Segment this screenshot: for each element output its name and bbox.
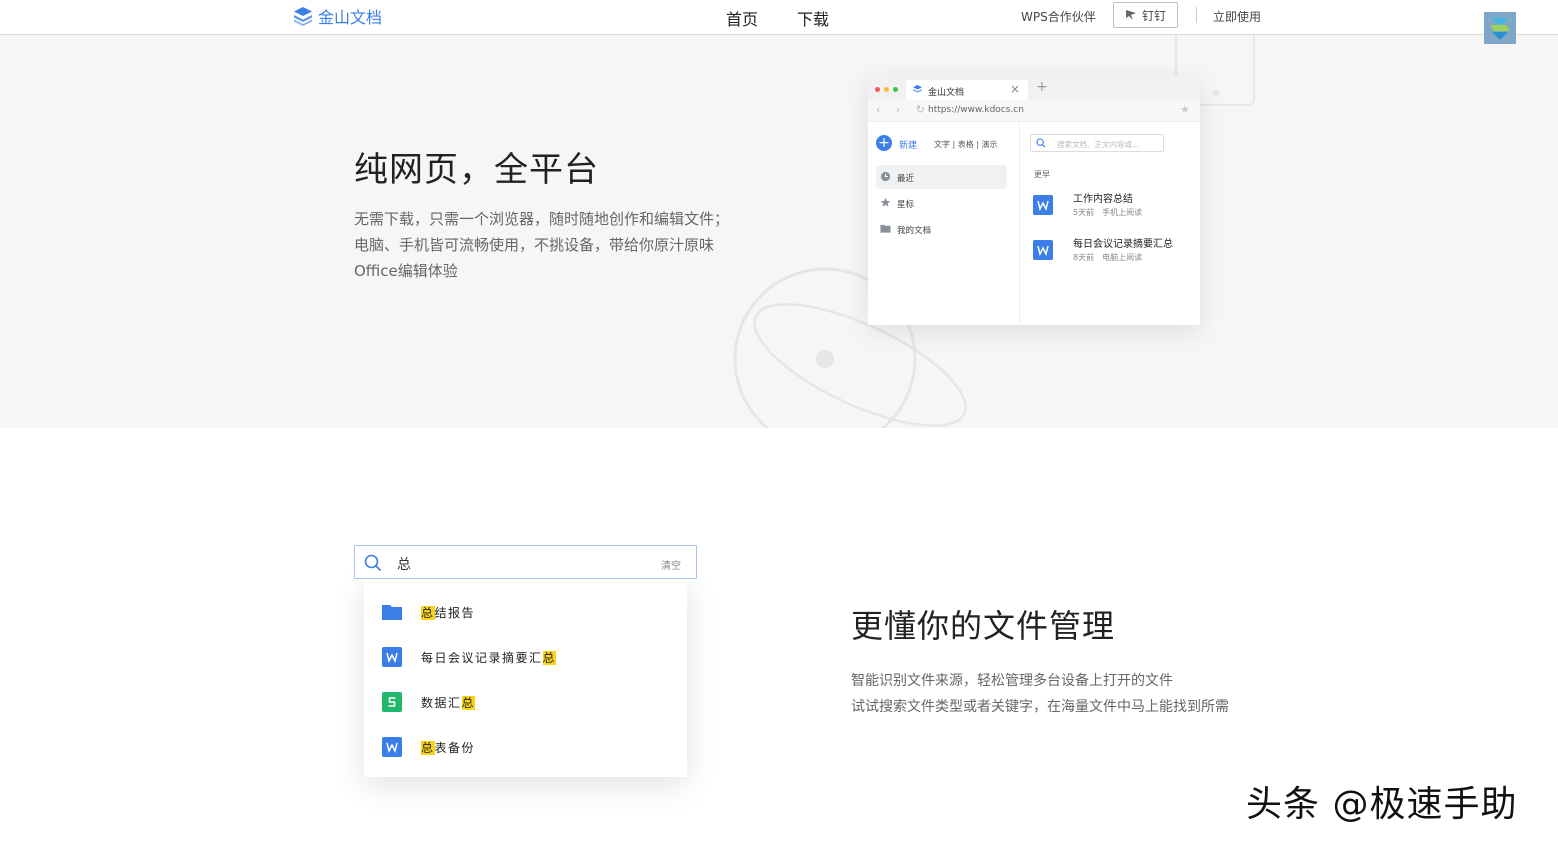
browser-doc-list: 搜索文档、正文内容或… 更早 工作内容总结 5天前 手机上阅读 每日会议记录摘要…: [1021, 122, 1200, 325]
word-doc-icon: [382, 647, 402, 667]
word-doc-icon: [382, 737, 402, 757]
minimize-dot-icon: [884, 87, 889, 92]
word-doc-icon: [1033, 195, 1053, 215]
clear-button: 清空: [661, 561, 681, 572]
bookmark-star-icon: ★: [1180, 103, 1190, 116]
sheet-doc-icon: [382, 692, 402, 712]
browser-url: https://www.kdocs.cn: [928, 105, 1024, 115]
search-query: 总: [397, 557, 411, 573]
browser-search-box: 搜索文档、正文内容或…: [1030, 134, 1164, 152]
search-icon: [1036, 138, 1046, 148]
wps-partner-link[interactable]: WPS合作伙伴: [1021, 8, 1096, 25]
highlight-match: 总: [542, 651, 557, 665]
browser-tab: 金山文档 ×: [906, 80, 1028, 100]
desc-line: 智能识别文件来源，轻松管理多台设备上打开的文件: [851, 673, 1173, 689]
sidebar-item-starred: 星标: [876, 191, 1007, 215]
desc-line: Office编辑体验: [354, 262, 458, 280]
highlight-match: 总: [461, 696, 476, 710]
word-doc-icon: [1033, 240, 1053, 260]
highlight-match: 总: [421, 606, 435, 620]
tab-close-icon: ×: [1010, 82, 1021, 96]
doc-group-label: 更早: [1034, 170, 1050, 179]
browser-sidebar: + 新建 文字 | 表格 | 演示 最近 星标 我的文档: [868, 122, 1020, 325]
section-desc-web: 无需下载，只需一个浏览器，随时随地创作和编辑文件； 电脑、手机皆可流畅使用，不挑…: [354, 206, 744, 284]
sidebar-label: 星标: [897, 200, 915, 210]
section-desc-file-management: 智能识别文件来源，轻松管理多台设备上打开的文件 试试搜索文件类型或者关键字，在海…: [851, 668, 1291, 720]
sidebar-item-my-docs: 我的文档: [876, 217, 1007, 241]
result-label: 数据汇总: [421, 696, 476, 710]
browser-mockup: 金山文档 × + ‹ › ↻ https://www.kdocs.cn ★ + …: [868, 76, 1200, 325]
browser-url-bar: ‹ › ↻ https://www.kdocs.cn ★: [868, 100, 1200, 122]
desc-line: 无需下载，只需一个浏览器，随时随地创作和编辑文件；: [354, 210, 730, 228]
doc-list-item: 每日会议记录摘要汇总 8天前 电脑上阅读: [1033, 235, 1193, 267]
section-title-web: 纯网页，全平台: [354, 150, 599, 190]
sidebar-item-recent: 最近: [876, 165, 1007, 189]
search-box-demo: 总 清空: [354, 545, 697, 579]
desc-line: 电脑、手机皆可流畅使用，不挑设备，带给你原汁原味: [354, 236, 715, 254]
browser-search-placeholder: 搜索文档、正文内容或…: [1057, 140, 1140, 149]
search-icon: [364, 554, 382, 572]
section-title-file-management: 更懂你的文件管理: [851, 607, 1116, 645]
doc-meta: 5天前 手机上阅读: [1073, 208, 1143, 217]
browser-nav-icons: ‹ › ↻: [876, 103, 932, 116]
sidebar-label: 我的文档: [897, 226, 932, 236]
search-results-panel: 总结报告 每日会议记录摘要汇总 数据汇总 总表备份: [364, 579, 687, 777]
search-result-item: 每日会议记录摘要汇总: [382, 645, 672, 669]
nav-download[interactable]: 下载: [797, 6, 829, 30]
planet-decoration-icon: [733, 35, 1255, 428]
folder-icon: [382, 605, 402, 620]
dingding-button[interactable]: 钉钉: [1113, 2, 1178, 28]
doc-title: 每日会议记录摘要汇总: [1073, 239, 1173, 250]
folder-icon: [880, 224, 891, 233]
header-divider: [1196, 7, 1197, 23]
doc-meta: 8天前 电脑上阅读: [1073, 253, 1143, 262]
highlight-match: 总: [421, 741, 435, 755]
search-result-item: 总结报告: [382, 600, 672, 624]
top-navbar: 金山文档 首页 下载 WPS合作伙伴 钉钉 立即使用: [0, 0, 1558, 35]
result-label: 总结报告: [421, 606, 476, 620]
browser-tabbar: 金山文档 × +: [868, 76, 1200, 100]
feature-section-web: 纯网页，全平台 无需下载，只需一个浏览器，随时随地创作和编辑文件； 电脑、手机皆…: [0, 35, 1558, 428]
nav-home[interactable]: 首页: [726, 6, 758, 30]
plus-icon: +: [876, 135, 892, 151]
logo-text: 金山文档: [318, 8, 383, 27]
browser-tab-title: 金山文档: [928, 88, 965, 98]
sidebar-label: 最近: [897, 174, 915, 184]
logo[interactable]: 金山文档: [292, 4, 382, 28]
doc-title: 工作内容总结: [1073, 194, 1133, 205]
new-tab-icon: +: [1036, 79, 1048, 95]
kdocs-logo-icon: [294, 7, 312, 26]
kdocs-logo-icon: [913, 85, 922, 93]
dingding-icon: [1125, 10, 1136, 20]
search-result-item: 总表备份: [382, 735, 672, 759]
maximize-dot-icon: [893, 87, 898, 92]
dingding-label: 钉钉: [1141, 8, 1166, 23]
doc-list-item: 工作内容总结 5天前 手机上阅读: [1033, 190, 1193, 222]
star-icon: [880, 197, 891, 207]
clock-icon: [880, 171, 891, 182]
close-dot-icon: [875, 87, 880, 92]
new-types: 文字 | 表格 | 演示: [934, 140, 998, 149]
result-label: 总表备份: [421, 741, 476, 755]
use-now-link[interactable]: 立即使用: [1213, 8, 1261, 25]
desc-line: 试试搜索文件类型或者关键字，在海量文件中马上能找到所需: [851, 699, 1229, 715]
watermark-text: 头条 @极速手助: [1246, 784, 1518, 825]
new-label: 新建: [899, 141, 918, 151]
app-badge-icon[interactable]: [1484, 12, 1516, 44]
result-label: 每日会议记录摘要汇总: [421, 651, 557, 665]
search-result-item: 数据汇总: [382, 690, 672, 714]
